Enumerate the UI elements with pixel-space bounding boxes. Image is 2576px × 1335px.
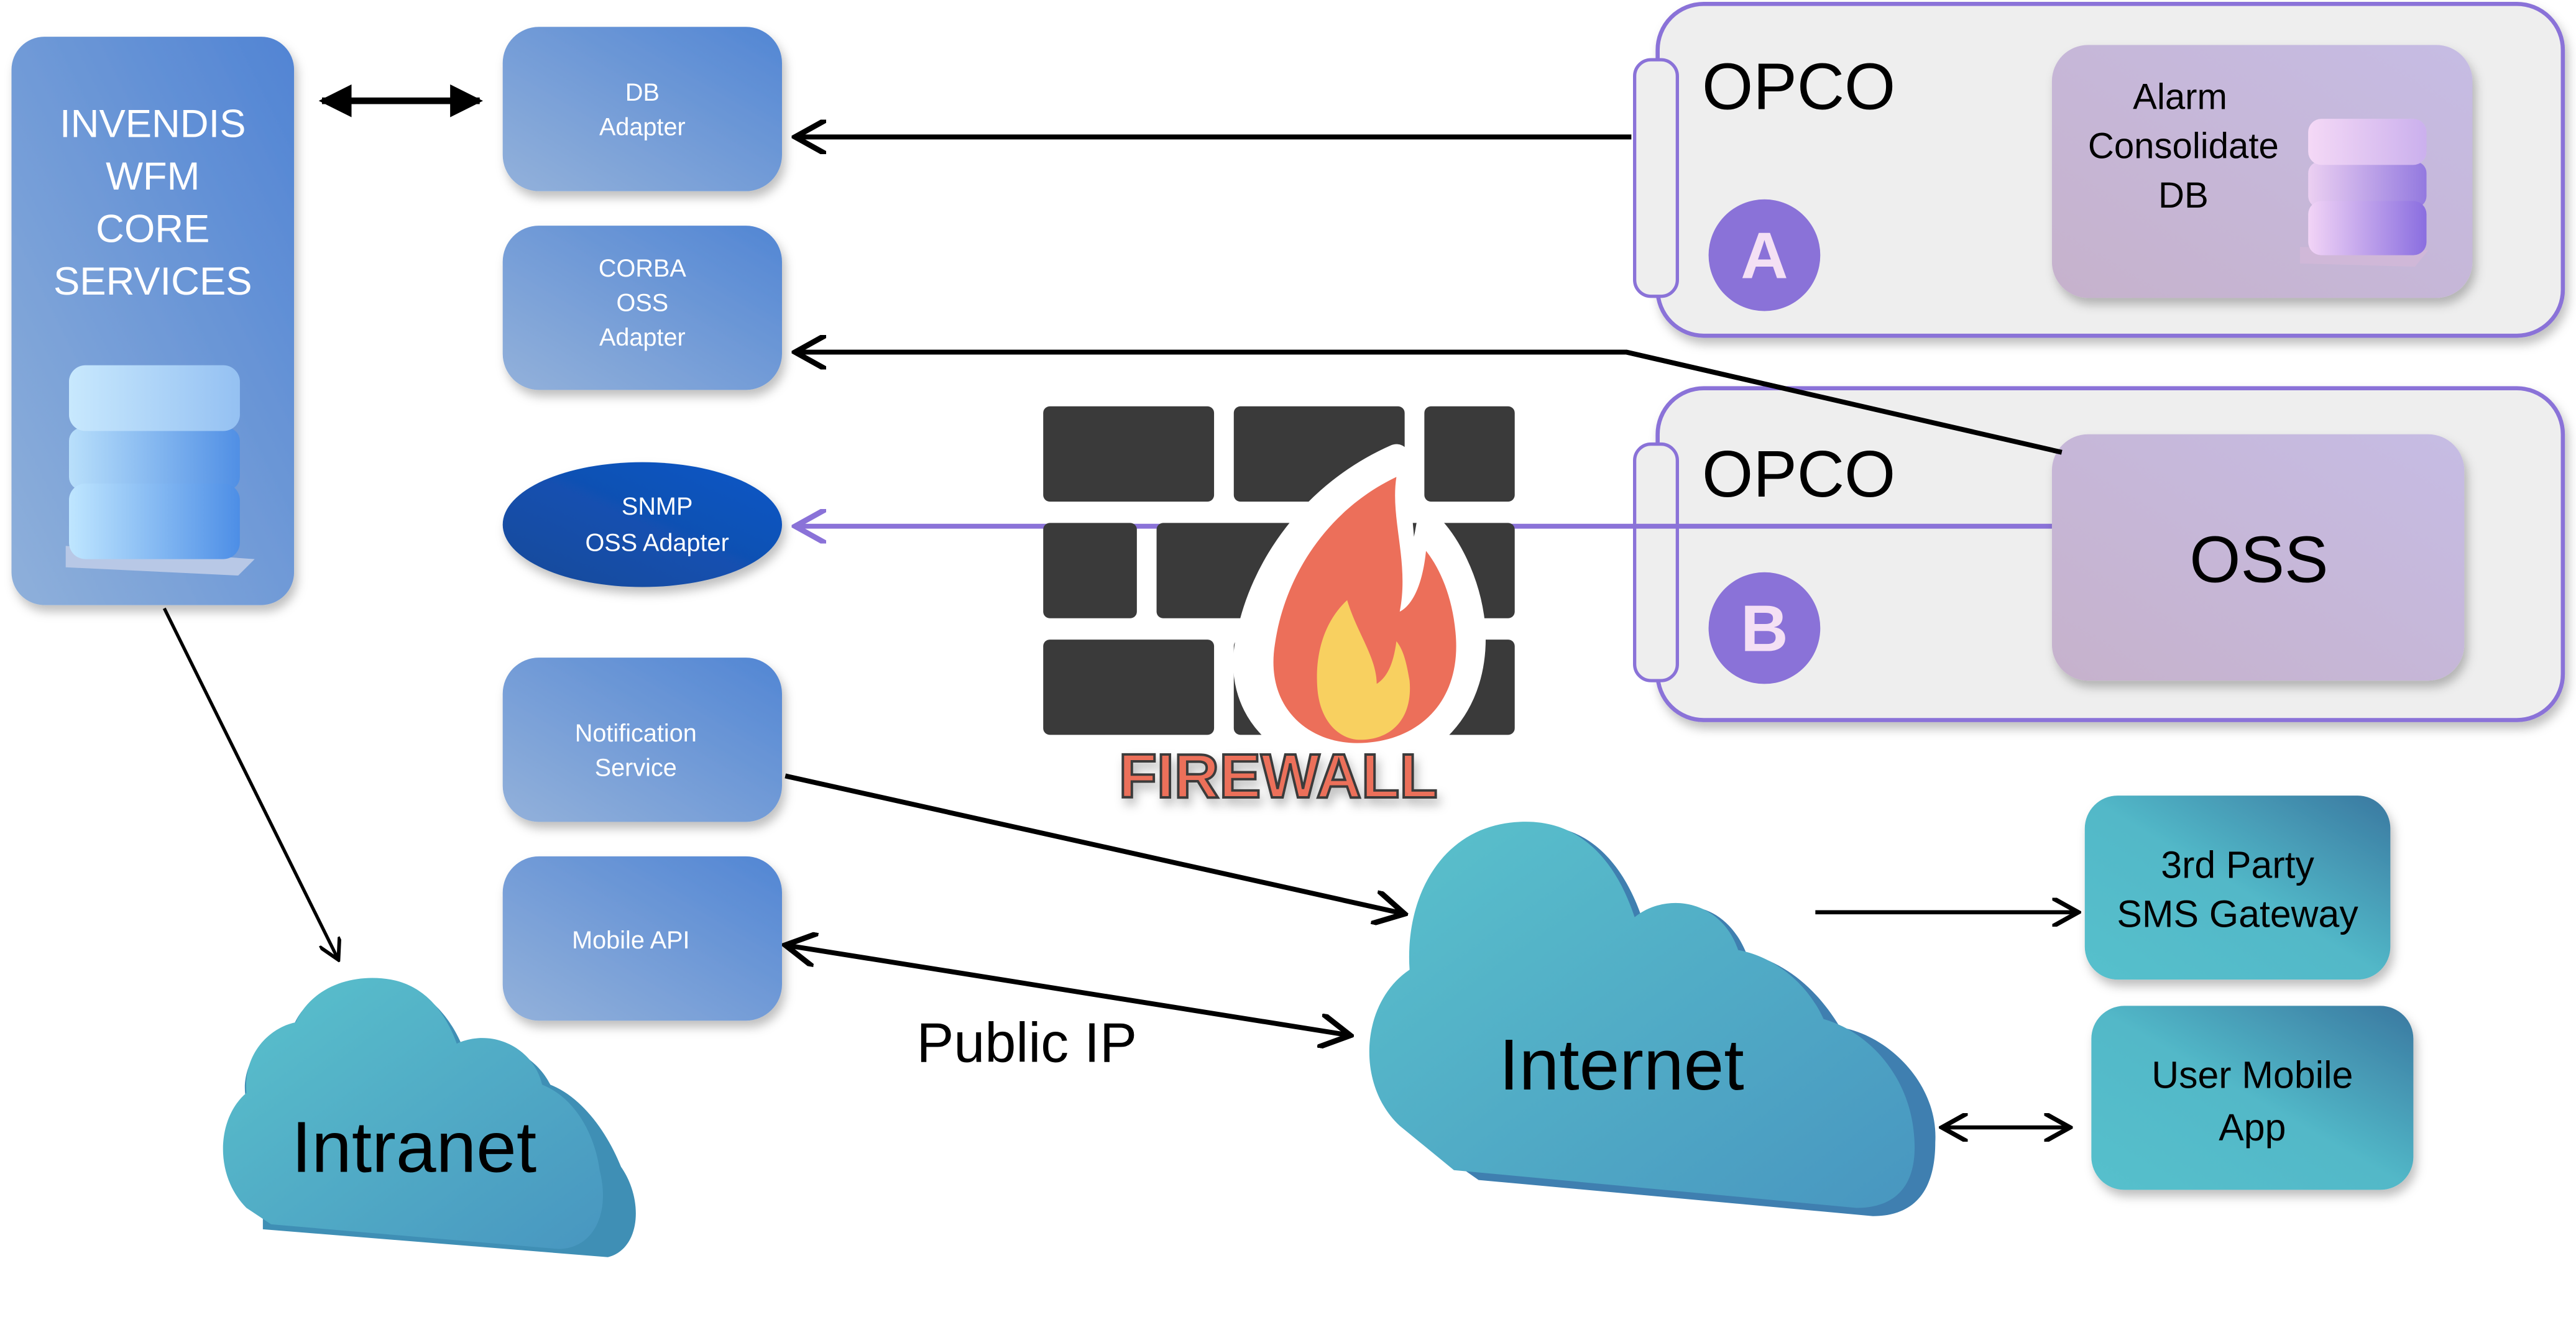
opco-b-title: OPCO [1702, 438, 1895, 511]
snmp-line-1: SNMP [622, 493, 692, 520]
opco-a-title: OPCO [1702, 50, 1895, 123]
opco-a-container[interactable]: OPCO A Alarm Consolidate DB [1633, 1, 2565, 338]
mobile-api[interactable]: Mobile API [502, 856, 782, 1021]
corba-line-2: OSS [617, 290, 669, 317]
sms-gateway-box[interactable]: 3rd Party SMS Gateway [2084, 796, 2391, 980]
core-line-2: WFM [106, 155, 200, 198]
core-line-3: CORE [96, 208, 209, 251]
internet-label: Internet [1499, 1024, 1744, 1105]
firewall-label: FIREWALL [1119, 741, 1438, 811]
db-adapter[interactable]: DB Adapter [502, 27, 782, 191]
mobile-app-line-1: User Mobile [2151, 1054, 2353, 1096]
snmp-oss-adapter[interactable]: SNMP OSS Adapter [502, 462, 782, 587]
internet-cloud[interactable]: Internet [1369, 822, 1936, 1216]
user-mobile-app-box[interactable]: User Mobile App [2091, 1006, 2414, 1190]
core-services-box[interactable]: INVENDIS WFM CORE SERVICES [11, 37, 295, 605]
corba-line-1: CORBA [599, 255, 686, 282]
opco-a-scroll-edge [1633, 58, 1679, 298]
notification-service[interactable]: Notification Service [502, 658, 782, 822]
alarm-db-line-3: DB [2158, 175, 2209, 216]
database-icon [65, 365, 255, 576]
sms-line-1: 3rd Party [2161, 843, 2314, 886]
snmp-line-2: OSS Adapter [585, 529, 729, 556]
database-icon [2300, 119, 2429, 267]
corba-line-3: Adapter [599, 324, 686, 351]
sms-line-2: SMS Gateway [2117, 893, 2358, 935]
opco-b-container[interactable]: OPCO B OSS [1626, 349, 2565, 722]
intranet-label: Intranet [292, 1106, 536, 1187]
alarm-db-line-2: Consolidate [2088, 126, 2279, 167]
mobile-app-line-2: App [2219, 1106, 2286, 1149]
firewall-icon: FIREWALL [1043, 406, 1515, 812]
corba-oss-adapter[interactable]: CORBA OSS Adapter [502, 226, 782, 390]
oss-label: OSS [2189, 523, 2328, 597]
db-adapter-line-2: Adapter [599, 114, 686, 141]
notification-line-2: Service [595, 754, 677, 781]
alarm-consolidate-db[interactable]: Alarm Consolidate DB [2051, 45, 2473, 298]
db-adapter-line-1: DB [625, 79, 660, 106]
oss-box[interactable]: OSS [2051, 434, 2465, 681]
notification-line-1: Notification [575, 720, 697, 747]
core-line-1: INVENDIS [60, 102, 246, 145]
public-ip-label: Public IP [917, 1012, 1138, 1074]
alarm-db-line-1: Alarm [2133, 76, 2227, 117]
opco-a-badge-letter: A [1741, 219, 1788, 293]
mobile-api-label: Mobile API [572, 927, 689, 954]
core-to-intranet-arrow [162, 607, 338, 960]
opco-b-scroll-edge [1633, 442, 1679, 682]
core-line-4: SERVICES [53, 260, 252, 303]
opco-b-badge-letter: B [1741, 592, 1788, 666]
architecture-diagram: INVENDIS WFM CORE SERVICES DB Adapter CO… [11, 1, 2565, 1257]
